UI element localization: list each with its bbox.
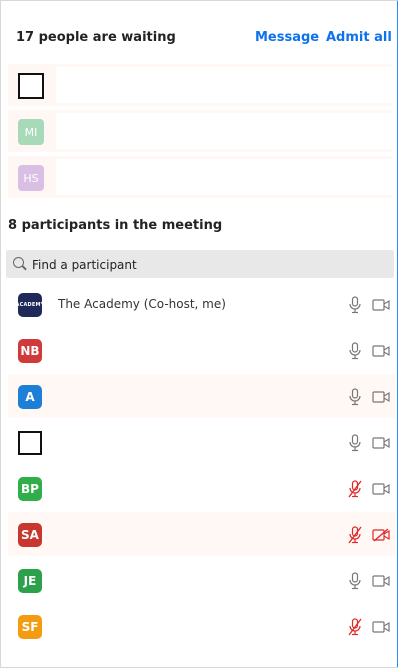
participant-row[interactable]: A [8, 374, 396, 418]
microphone-muted-icon[interactable] [348, 526, 362, 544]
avatar: JE [18, 569, 42, 593]
search-icon [13, 257, 24, 268]
participant-row[interactable]: NB [8, 328, 396, 372]
avatar: A [18, 385, 42, 409]
admit-all-button[interactable]: Admit all [326, 30, 392, 45]
microphone-icon[interactable] [348, 342, 362, 360]
waiting-row[interactable] [8, 64, 392, 106]
microphone-icon[interactable] [348, 434, 362, 452]
microphone-icon[interactable] [348, 296, 362, 314]
waiting-name [56, 159, 392, 195]
video-camera-icon[interactable] [372, 482, 390, 496]
avatar [18, 431, 42, 455]
microphone-muted-icon[interactable] [348, 480, 362, 498]
video-camera-icon[interactable] [372, 390, 390, 404]
video-camera-icon[interactable] [372, 574, 390, 588]
avatar: NB [18, 339, 42, 363]
video-camera-icon[interactable] [372, 344, 390, 358]
microphone-icon[interactable] [348, 572, 362, 590]
avatar: SA [18, 523, 42, 547]
video-camera-icon[interactable] [372, 620, 390, 634]
avatar: HS [18, 165, 44, 191]
participant-row[interactable]: JE [8, 558, 396, 602]
avatar: ACADEMY [16, 293, 44, 317]
avatar: SF [18, 615, 42, 639]
participant-row[interactable] [8, 420, 396, 464]
waiting-row[interactable]: MI [8, 110, 392, 152]
participant-row[interactable]: BP [8, 466, 396, 510]
participant-row[interactable]: SA [8, 512, 396, 556]
participant-row[interactable]: ACADEMY The Academy (Co-host, me) [8, 282, 396, 326]
waiting-room-title: 17 people are waiting [16, 30, 176, 45]
participant-search[interactable] [6, 250, 394, 278]
avatar [18, 73, 44, 99]
microphone-muted-icon[interactable] [348, 618, 362, 636]
waiting-name [56, 67, 392, 103]
search-input[interactable] [30, 254, 384, 276]
participant-row[interactable]: SF [8, 604, 396, 648]
waiting-row[interactable]: HS [8, 156, 392, 198]
avatar: MI [18, 119, 44, 145]
meeting-title: 8 participants in the meeting [8, 218, 223, 233]
video-camera-icon[interactable] [372, 436, 390, 450]
microphone-icon[interactable] [348, 388, 362, 406]
waiting-name [56, 113, 392, 149]
participant-name: The Academy (Co-host, me) [58, 297, 226, 311]
message-button[interactable]: Message [255, 30, 319, 45]
video-camera-off-icon[interactable] [372, 528, 390, 542]
avatar: BP [18, 477, 42, 501]
video-camera-icon[interactable] [372, 298, 390, 312]
